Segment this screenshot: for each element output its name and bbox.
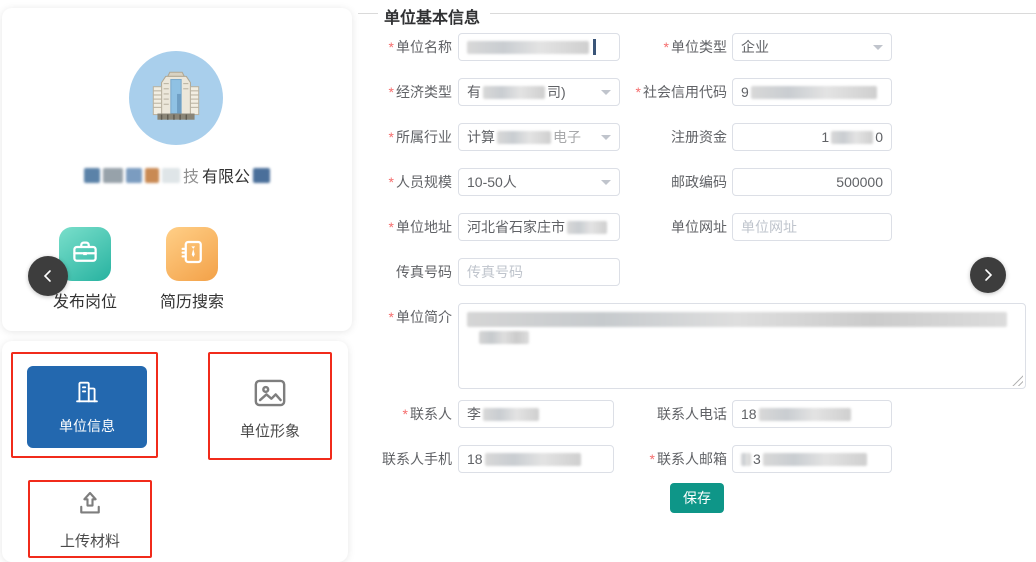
value-fragment: 0 <box>875 129 883 145</box>
value-fragment: 18 <box>467 451 483 467</box>
masked-value <box>751 86 877 99</box>
field-label-contact: *联系人 <box>358 407 452 422</box>
masked-text-line <box>467 312 1007 327</box>
nav-item-label: 单位形象 <box>240 420 300 441</box>
nav-item-company-info[interactable]: 单位信息 <box>27 366 147 448</box>
picture-icon <box>253 378 287 412</box>
text-cursor <box>593 39 596 55</box>
masked-value <box>497 131 551 144</box>
nav-item-upload-materials[interactable]: 上传材料 <box>28 483 152 555</box>
field-label-fax: 传真号码 <box>358 265 452 280</box>
chevron-down-icon <box>873 45 883 55</box>
company-avatar <box>129 51 223 145</box>
masked-block <box>145 168 159 183</box>
masked-value <box>467 41 589 54</box>
input-value: 500000 <box>836 174 883 190</box>
masked-block <box>253 168 270 183</box>
upload-icon <box>75 488 105 522</box>
company-name-fragment: 技 <box>183 163 199 187</box>
masked-value <box>483 408 539 421</box>
company-name: 技 有限公 <box>2 163 352 187</box>
masked-value <box>763 453 867 466</box>
field-label-unit-type: *单位类型 <box>598 40 727 55</box>
field-label-unit-website: 单位网址 <box>598 220 727 235</box>
chevron-left-icon <box>41 269 55 283</box>
masked-value <box>759 408 851 421</box>
field-label-contact-phone: 联系人电话 <box>598 407 727 422</box>
field-label-intro: *单位简介 <box>358 310 452 325</box>
company-profile-page: 技 有限公 发布岗位 <box>0 0 1036 562</box>
contact-input[interactable]: 李 <box>458 400 614 428</box>
industry-select[interactable]: 计算 电子 <box>458 123 620 151</box>
value-fragment: 1 <box>821 129 829 145</box>
field-label-contact-mobile: 联系人手机 <box>358 452 452 467</box>
registered-capital-input[interactable]: 1 0 <box>732 123 892 151</box>
fax-input[interactable]: 传真号码 <box>458 258 620 286</box>
masked-block <box>162 168 180 183</box>
value-fragment: 计算 <box>467 127 495 147</box>
intro-textarea[interactable] <box>458 303 1026 389</box>
field-label-credit-code: *社会信用代码 <box>598 85 727 100</box>
value-fragment: 河北省石家庄市 <box>467 217 565 237</box>
field-label-registered-capital: 注册资金 <box>598 130 727 145</box>
masked-block <box>103 168 123 183</box>
masked-block <box>84 168 100 183</box>
value-fragment: 18 <box>741 406 757 422</box>
resume-search-label[interactable]: 简历搜索 <box>142 288 242 312</box>
field-label-unit-address: *单位地址 <box>358 220 452 235</box>
value-fragment: 司) <box>547 82 566 102</box>
nav-item-company-image[interactable]: 单位形象 <box>208 359 332 459</box>
masked-text-line <box>479 331 529 344</box>
value-fragment: 有 <box>467 82 481 102</box>
masked-value <box>483 86 545 99</box>
save-button[interactable]: 保存 <box>670 483 724 513</box>
input-placeholder: 单位网址 <box>741 217 797 237</box>
carousel-prev-button[interactable] <box>28 256 68 296</box>
postal-code-input[interactable]: 500000 <box>732 168 892 196</box>
masked-value <box>485 453 581 466</box>
nav-item-label: 上传材料 <box>60 530 120 551</box>
economy-type-select[interactable]: 有 司) <box>458 78 620 106</box>
legend-line-right <box>490 13 1036 14</box>
select-value: 10-50人 <box>467 172 517 192</box>
resume-search-icon <box>177 237 207 272</box>
unit-type-select[interactable]: 企业 <box>732 33 892 61</box>
resize-handle-icon[interactable] <box>1012 375 1023 386</box>
value-fragment: 9 <box>741 84 749 100</box>
credit-code-input[interactable]: 9 <box>732 78 892 106</box>
field-label-unit-name: *单位名称 <box>358 40 452 55</box>
unit-name-input[interactable] <box>458 33 620 61</box>
value-fragment: 李 <box>467 404 481 424</box>
masked-value <box>741 453 751 466</box>
building-illustration-icon <box>143 63 209 134</box>
field-label-industry: *所属行业 <box>358 130 452 145</box>
input-placeholder: 传真号码 <box>467 262 523 282</box>
building-icon <box>73 378 101 409</box>
select-value: 企业 <box>741 37 769 57</box>
briefcase-icon <box>70 237 100 272</box>
value-fragment: 3 <box>753 451 761 467</box>
carousel-next-button[interactable] <box>970 257 1006 293</box>
nav-item-label: 单位信息 <box>59 416 115 436</box>
chevron-right-icon <box>981 268 995 282</box>
company-name-fragment: 有限公 <box>202 163 250 187</box>
contact-mobile-input[interactable]: 18 <box>458 445 614 473</box>
masked-value <box>831 131 873 144</box>
field-label-contact-email: *联系人邮箱 <box>598 452 727 467</box>
contact-email-input[interactable]: 3 <box>732 445 892 473</box>
form-title: 单位基本信息 <box>384 4 480 28</box>
field-label-economy-type: *经济类型 <box>358 85 452 100</box>
field-label-staff-size: *人员规模 <box>358 175 452 190</box>
unit-address-input[interactable]: 河北省石家庄市 <box>458 213 620 241</box>
staff-size-select[interactable]: 10-50人 <box>458 168 620 196</box>
masked-block <box>126 168 142 183</box>
field-label-postal-code: 邮政编码 <box>598 175 727 190</box>
contact-phone-input[interactable]: 18 <box>732 400 892 428</box>
unit-website-input[interactable]: 单位网址 <box>732 213 892 241</box>
resume-search-button[interactable] <box>166 227 218 281</box>
legend-line-left <box>358 13 378 14</box>
value-fragment: 电子 <box>553 127 581 147</box>
